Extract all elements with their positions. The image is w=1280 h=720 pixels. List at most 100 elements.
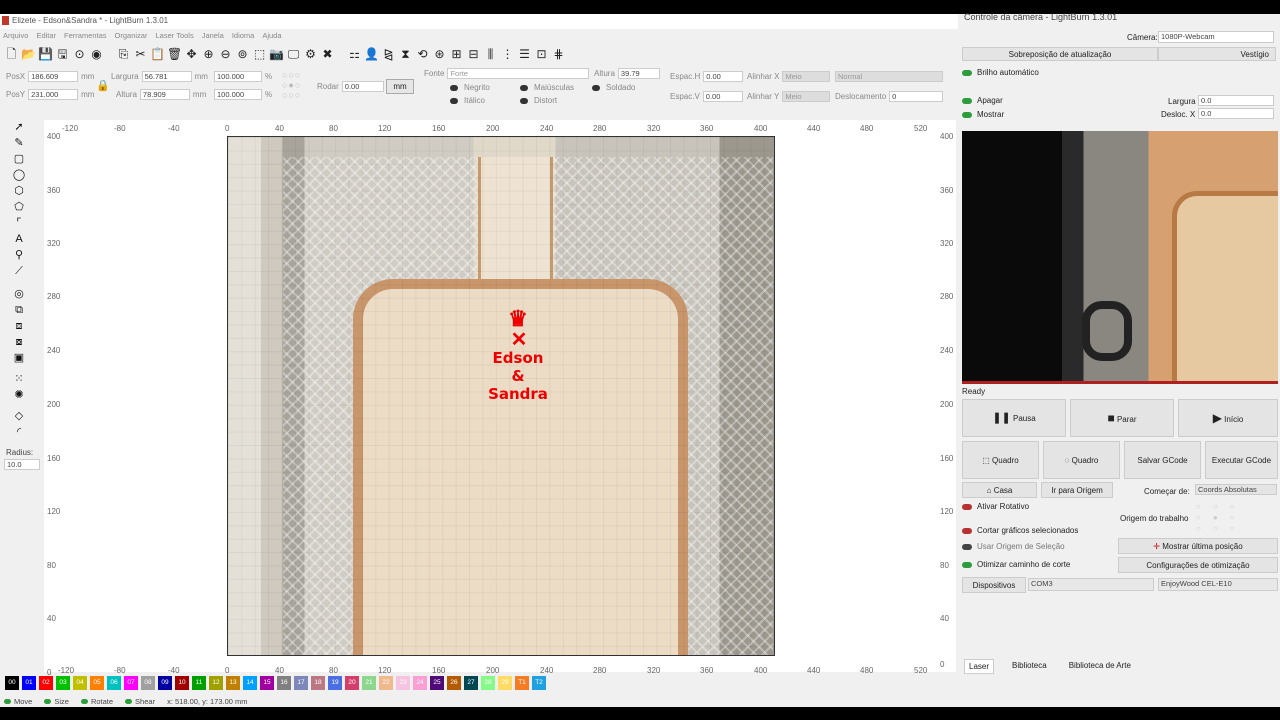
mostrar-toggle[interactable]: Mostrar bbox=[962, 110, 1004, 119]
corner-radius-icon[interactable]: ◜ bbox=[11, 425, 27, 440]
parar-button[interactable]: ■ Parar bbox=[1070, 399, 1174, 437]
color-swatch[interactable]: 05 bbox=[90, 676, 104, 690]
mirror-h-icon[interactable]: ⧎ bbox=[381, 47, 396, 62]
distort-toggle[interactable] bbox=[520, 97, 528, 104]
menu-arquivo[interactable]: Arquivo bbox=[0, 29, 33, 42]
rodar-field[interactable]: 0.00 bbox=[341, 81, 384, 92]
menu-ferramentas[interactable]: Ferramentas bbox=[61, 29, 112, 42]
camera-select[interactable]: 1080P-Webcam bbox=[1158, 31, 1274, 43]
user-icon[interactable]: 👤 bbox=[364, 47, 379, 62]
distribute-h-icon[interactable]: ⫼ bbox=[483, 47, 498, 62]
quadro-circle-button[interactable]: ◌ Quadro bbox=[1043, 441, 1120, 479]
color-swatch[interactable]: 19 bbox=[328, 676, 342, 690]
shear-toggle[interactable]: Shear bbox=[125, 697, 155, 706]
move-toggle[interactable]: Move bbox=[4, 697, 32, 706]
brilho-toggle[interactable]: Brilho automático bbox=[962, 68, 1039, 77]
tab-laser[interactable]: Laser bbox=[964, 659, 995, 674]
monitor-icon[interactable]: 🖵 bbox=[286, 47, 301, 62]
ir-origem-button[interactable]: Ir para Origem bbox=[1041, 482, 1113, 498]
color-swatch[interactable]: 07 bbox=[124, 676, 138, 690]
menu-organizar[interactable]: Organizar bbox=[112, 29, 153, 42]
size-toggle[interactable]: Size bbox=[44, 697, 69, 706]
negrito-toggle[interactable] bbox=[450, 84, 458, 91]
camera-capture-icon[interactable]: 📷 bbox=[269, 47, 284, 62]
alinhar-x-select[interactable]: Meio bbox=[782, 71, 831, 82]
open-file-icon[interactable]: 📂 bbox=[21, 47, 36, 62]
radius-field[interactable]: 10.0 bbox=[4, 459, 40, 470]
posy-field[interactable]: 231.000 bbox=[28, 89, 79, 100]
color-swatch[interactable]: 04 bbox=[73, 676, 87, 690]
font-select[interactable]: Forte bbox=[447, 68, 590, 79]
color-swatch[interactable]: 18 bbox=[311, 676, 325, 690]
tab-icon[interactable]: ◇ bbox=[11, 409, 27, 424]
color-swatch[interactable]: 03 bbox=[56, 676, 70, 690]
color-swatch[interactable]: 26 bbox=[447, 676, 461, 690]
align-right-icon[interactable]: ⊟ bbox=[466, 47, 481, 62]
boolean-union-icon[interactable]: ⧉ bbox=[11, 303, 27, 318]
italico-toggle[interactable] bbox=[450, 97, 458, 104]
color-swatch[interactable]: 21 bbox=[362, 676, 376, 690]
line-icon[interactable]: ⌜ bbox=[11, 216, 27, 231]
zoom-frame-icon[interactable]: ⬚ bbox=[252, 47, 267, 62]
tools-icon[interactable]: ✖ bbox=[320, 47, 335, 62]
grid-icon[interactable]: ⋕ bbox=[551, 47, 566, 62]
color-swatch[interactable]: 25 bbox=[430, 676, 444, 690]
color-swatch[interactable]: 02 bbox=[39, 676, 53, 690]
apagar-toggle[interactable]: Apagar bbox=[962, 96, 1003, 105]
soldado-toggle[interactable] bbox=[592, 84, 600, 91]
save-as-icon[interactable]: 🖫 bbox=[55, 47, 70, 62]
zoom-out-icon[interactable]: ⊖ bbox=[218, 47, 233, 62]
rotate-icon[interactable]: ⟲ bbox=[415, 47, 430, 62]
ellipse-icon[interactable]: ◯ bbox=[11, 168, 27, 183]
dock-icon[interactable]: ⊡ bbox=[534, 47, 549, 62]
menu-ajuda[interactable]: Ajuda bbox=[259, 29, 286, 42]
grid-array-icon[interactable]: ⁙ bbox=[11, 372, 27, 387]
camera-largura-field[interactable]: 0.0 bbox=[1198, 95, 1274, 106]
import-icon[interactable]: ⊙ bbox=[72, 47, 87, 62]
color-swatch[interactable]: 00 bbox=[5, 676, 19, 690]
text-mode-select[interactable]: Normal bbox=[835, 71, 943, 82]
color-swatch[interactable]: 23 bbox=[396, 676, 410, 690]
anchor-grid-icon[interactable]: ○○○ ○●○ ○○○ bbox=[282, 70, 301, 100]
executar-gcode-button[interactable]: Executar GCode bbox=[1205, 441, 1278, 479]
zoom-in-icon[interactable]: ⊕ bbox=[201, 47, 216, 62]
config-otimizacao-button[interactable]: Configurações de otimização bbox=[1118, 557, 1278, 573]
mm-toggle-button[interactable]: mm bbox=[386, 79, 414, 94]
move-icon[interactable]: ✥ bbox=[184, 47, 199, 62]
color-swatch[interactable]: 17 bbox=[294, 676, 308, 690]
cortar-selecionados-toggle[interactable]: Cortar gráficos selecionados bbox=[962, 526, 1078, 535]
polygon-icon[interactable]: ⬡ bbox=[11, 184, 27, 199]
machine-select[interactable]: EnjoyWood CEL-E10 bbox=[1158, 578, 1278, 591]
color-swatch[interactable]: 20 bbox=[345, 676, 359, 690]
desloc-field[interactable]: 0.0 bbox=[1198, 108, 1274, 119]
inicio-button[interactable]: ▶ Início bbox=[1178, 399, 1278, 437]
pausa-button[interactable]: ❚❚ Pausa bbox=[962, 399, 1066, 437]
color-swatch[interactable]: 01 bbox=[22, 676, 36, 690]
dispositivos-button[interactable]: Dispositivos bbox=[962, 577, 1026, 593]
largura-field[interactable]: 56.781 bbox=[141, 71, 192, 82]
color-swatch[interactable]: 09 bbox=[158, 676, 172, 690]
settings-icon[interactable]: ⚙ bbox=[303, 47, 318, 62]
alinhar-y-select[interactable]: Meio bbox=[782, 91, 831, 102]
boolean-intersect-icon[interactable]: ⧇ bbox=[11, 335, 27, 350]
maiusculas-toggle[interactable] bbox=[520, 84, 528, 91]
color-swatch[interactable]: 10 bbox=[175, 676, 189, 690]
pen-icon[interactable]: ⬠ bbox=[11, 200, 27, 215]
weld-icon[interactable]: ▣ bbox=[11, 351, 27, 366]
new-file-icon[interactable]: 🗋 bbox=[4, 47, 19, 62]
circular-array-icon[interactable]: ✺ bbox=[11, 388, 27, 403]
position-laser-icon[interactable]: ⚲ bbox=[11, 248, 27, 263]
tab-biblioteca[interactable]: Biblioteca bbox=[1008, 659, 1051, 674]
save-icon[interactable]: 💾 bbox=[38, 47, 53, 62]
overlay-update-button[interactable]: Sobreposição de atualização bbox=[962, 47, 1158, 61]
measure-icon[interactable]: ⟋ bbox=[11, 264, 27, 279]
export-icon[interactable]: ◉ bbox=[89, 47, 104, 62]
color-swatch[interactable]: T2 bbox=[532, 676, 546, 690]
comecar-select[interactable]: Coords Absolutas bbox=[1195, 484, 1277, 495]
color-swatch[interactable]: 22 bbox=[379, 676, 393, 690]
color-swatch[interactable]: 27 bbox=[464, 676, 478, 690]
mirror-v-icon[interactable]: ⧗ bbox=[398, 47, 413, 62]
casa-button[interactable]: ⌂ Casa bbox=[962, 482, 1037, 498]
menu-idioma[interactable]: Idioma bbox=[229, 29, 260, 42]
text-tool-icon[interactable]: A bbox=[11, 232, 27, 247]
